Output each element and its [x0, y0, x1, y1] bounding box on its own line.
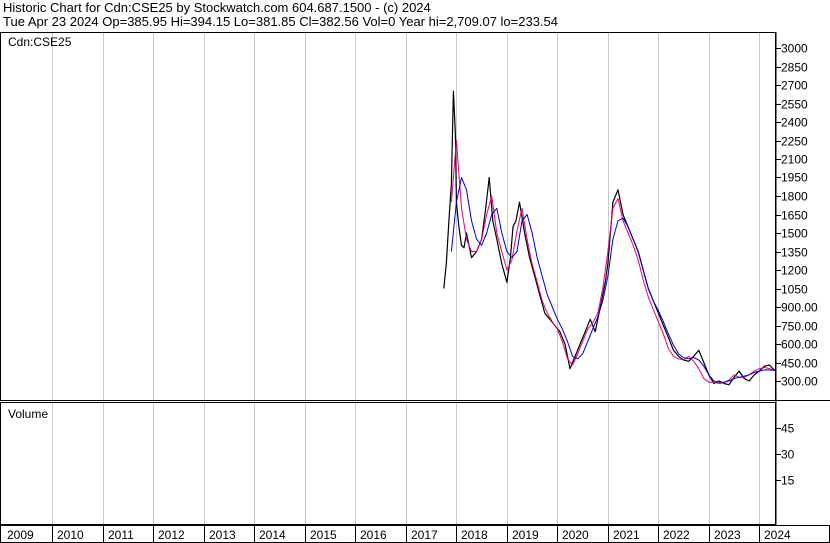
year-label-2014: 2014 — [259, 528, 286, 542]
year-label-2022: 2022 — [663, 528, 690, 542]
price-tick-2700: 2700 — [781, 79, 808, 93]
year-label-2011: 2011 — [108, 528, 134, 542]
price-tick-2100: 2100 — [781, 153, 808, 167]
year-label-2024: 2024 — [764, 528, 791, 542]
year-label-2013: 2013 — [209, 528, 236, 542]
year-label-2018: 2018 — [461, 528, 488, 542]
year-label-2012: 2012 — [158, 528, 185, 542]
price-panel — [0, 32, 776, 401]
price-tick-750: 750.00 — [781, 320, 818, 334]
price-tick-1650: 1650 — [781, 209, 808, 223]
price-tick-1350: 1350 — [781, 246, 808, 260]
year-label-2023: 2023 — [714, 528, 741, 542]
price-tick-1950: 1950 — [781, 171, 808, 185]
year-label-2009: 2009 — [7, 528, 34, 542]
price-tick-1200: 1200 — [781, 264, 808, 278]
year-label-2016: 2016 — [360, 528, 387, 542]
price-tick-1800: 1800 — [781, 190, 808, 204]
year-label-2015: 2015 — [310, 528, 337, 542]
volume-label: Volume — [8, 407, 48, 421]
chart-title: Historic Chart for Cdn:CSE25 by Stockwat… — [3, 0, 431, 15]
quote-summary: Tue Apr 23 2024 Op=385.95 Hi=394.15 Lo=3… — [3, 14, 559, 29]
price-tick-450: 450.00 — [781, 357, 818, 371]
price-tick-900: 900.00 — [781, 301, 818, 315]
year-label-2010: 2010 — [57, 528, 84, 542]
volume-tick-45: 45 — [781, 422, 795, 436]
price-tick-1500: 1500 — [781, 227, 808, 241]
volume-tick-layer: 45 30 15 — [776, 422, 795, 488]
price-tick-layer: 3000 2850 2700 2550 2400 2250 2100 1950 1800 1650… — [776, 42, 818, 389]
year-label-2017: 2017 — [411, 528, 438, 542]
volume-tick-15: 15 — [781, 474, 795, 488]
volume-panel — [0, 402, 776, 525]
price-tick-600: 600.00 — [781, 338, 818, 352]
volume-tick-30: 30 — [781, 448, 795, 462]
year-label-2021: 2021 — [613, 528, 640, 542]
price-tick-1050: 1050 — [781, 283, 808, 297]
price-chart: 2009 2010 2011 2012 2013 2014 2015 2016 2017 2018… — [0, 32, 830, 543]
price-tick-2550: 2550 — [781, 98, 808, 112]
price-tick-2850: 2850 — [781, 61, 808, 75]
price-tick-2400: 2400 — [781, 116, 808, 130]
price-tick-2250: 2250 — [781, 135, 808, 149]
symbol-label: Cdn:CSE25 — [8, 35, 72, 49]
price-tick-3000: 3000 — [781, 42, 808, 56]
year-label-2020: 2020 — [562, 528, 589, 542]
year-label-2019: 2019 — [512, 528, 539, 542]
price-tick-300: 300.00 — [781, 375, 818, 389]
